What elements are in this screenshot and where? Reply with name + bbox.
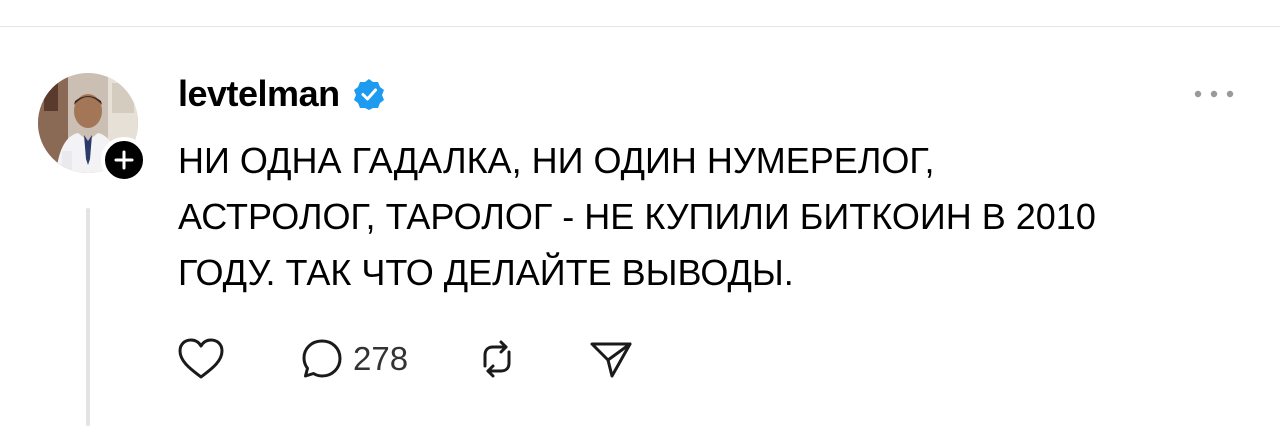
comment-bubble-icon xyxy=(302,339,342,378)
username[interactable]: levtelman xyxy=(178,73,340,115)
verified-badge-icon xyxy=(352,77,386,111)
share-button[interactable] xyxy=(588,334,634,384)
author-avatar-container xyxy=(38,73,147,183)
reply-button[interactable]: 278 xyxy=(299,334,408,384)
heart-icon xyxy=(178,338,224,379)
follow-button[interactable] xyxy=(101,137,147,183)
top-divider xyxy=(0,26,1280,27)
send-icon xyxy=(590,342,632,378)
plus-icon xyxy=(114,150,134,170)
more-options-button[interactable] xyxy=(1190,82,1238,106)
post-actions-bar: 278 xyxy=(176,334,634,384)
more-horizontal-icon xyxy=(1194,90,1234,98)
reply-count: 278 xyxy=(353,340,409,377)
post-body-text: НИ ОДНА ГАДАЛКА, НИ ОДИН НУМЕРЕЛОГ, АСТР… xyxy=(178,140,1096,293)
repost-icon xyxy=(483,340,511,378)
repost-button[interactable] xyxy=(474,334,520,384)
post-header: levtelman xyxy=(178,72,386,116)
like-button[interactable] xyxy=(176,334,226,384)
thread-line xyxy=(86,208,90,426)
